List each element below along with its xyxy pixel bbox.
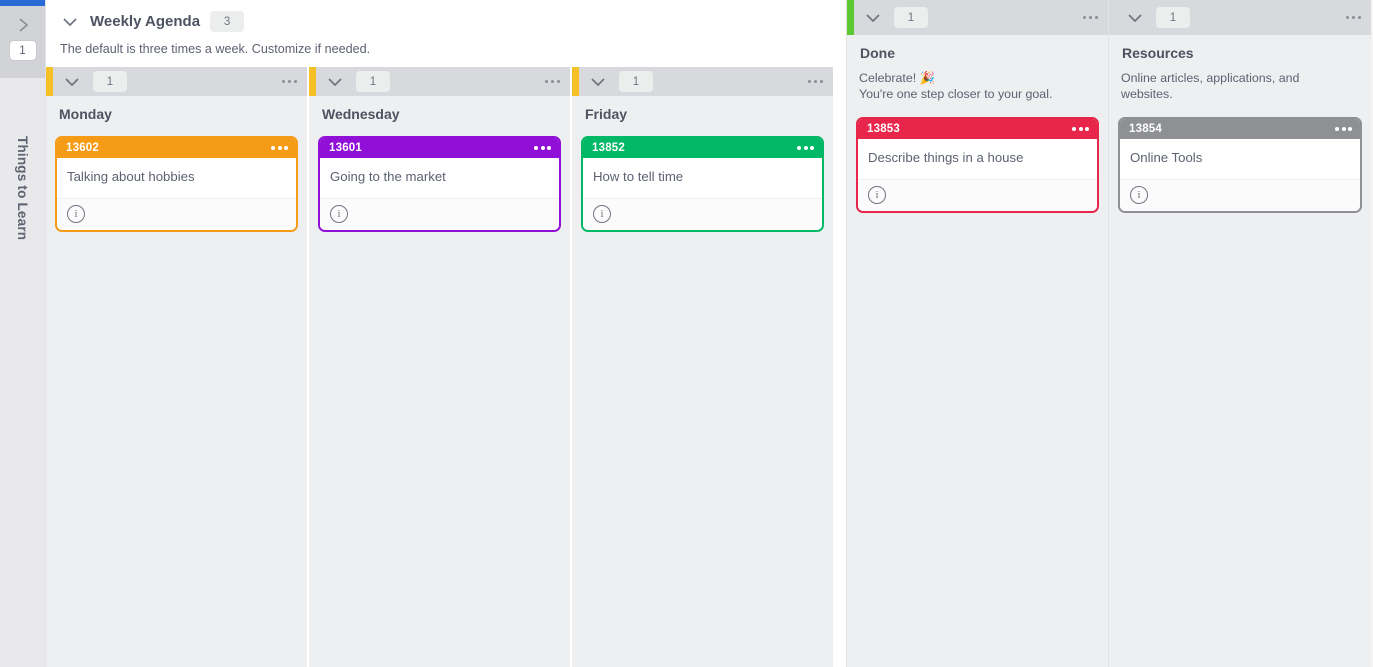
- column-count-badge: 1: [894, 7, 928, 28]
- column-title: Resources: [1122, 45, 1194, 61]
- column-monday: 1 Monday 13602 Talking about hobbies i: [46, 67, 308, 667]
- column-title: Monday: [59, 106, 112, 122]
- column-header-monday: 1: [46, 67, 307, 96]
- card-13853[interactable]: 13853 Describe things in a house i: [856, 116, 1099, 213]
- card-id: 13852: [592, 142, 625, 154]
- column-overflow-menu-icon[interactable]: [281, 79, 297, 84]
- board-title-text: Things to Learn: [15, 136, 30, 241]
- kanban-app: 1 Things to Learn Weekly Agenda 3 The de…: [0, 0, 1373, 667]
- column-accent-monday: [46, 67, 53, 96]
- column-header-done: 1: [847, 0, 1108, 35]
- card-13601[interactable]: 13601 Going to the market i: [318, 136, 561, 232]
- expand-board-chevron-right-icon[interactable]: [10, 12, 36, 38]
- card-footer: i: [57, 198, 296, 230]
- column-wednesday: 1 Wednesday 13601 Going to the market i: [309, 67, 571, 667]
- column-collapse-chevron-down-icon[interactable]: [62, 72, 82, 92]
- card-13852[interactable]: 13852 How to tell time i: [581, 136, 824, 232]
- column-collapse-chevron-down-icon[interactable]: [588, 72, 608, 92]
- column-accent-resources: [1109, 0, 1116, 35]
- card-id: 13602: [66, 142, 99, 154]
- column-count-badge: 1: [619, 71, 653, 92]
- card-id: 13601: [329, 142, 362, 154]
- swimlane-weekly-agenda: Weekly Agenda 3 The default is three tim…: [46, 0, 847, 667]
- rail-accent-bar: [0, 0, 45, 6]
- column-friday: 1 Friday 13852 How to tell time i: [572, 67, 834, 667]
- card-footer: i: [583, 198, 822, 230]
- card-header: 13854: [1120, 118, 1360, 139]
- card-info-icon[interactable]: i: [1130, 185, 1148, 204]
- rail-card-count-badge: 1: [9, 41, 36, 60]
- column-count-badge: 1: [356, 71, 390, 92]
- column-resources: 1 Resources Online articles, application…: [1109, 0, 1371, 667]
- card-overflow-menu-icon[interactable]: [797, 146, 814, 150]
- column-overflow-menu-icon[interactable]: [1345, 15, 1361, 20]
- swimlane-title-row: Weekly Agenda 3: [60, 11, 846, 32]
- swimlane-header: Weekly Agenda 3: [46, 0, 846, 32]
- card-title: Talking about hobbies: [57, 158, 296, 198]
- card-info-icon[interactable]: i: [330, 205, 348, 223]
- column-header-resources: 1: [1109, 0, 1371, 35]
- card-title: Describe things in a house: [858, 138, 1097, 179]
- column-title: Done: [860, 45, 895, 61]
- column-header-wednesday: 1: [309, 67, 570, 96]
- card-footer: i: [320, 198, 559, 230]
- column-header-friday: 1: [572, 67, 833, 96]
- column-count-badge: 1: [93, 71, 127, 92]
- card-overflow-menu-icon[interactable]: [1072, 126, 1089, 131]
- column-body-monday: Monday 13602 Talking about hobbies i: [46, 96, 307, 667]
- column-description: Online articles, applications, and websi…: [1121, 71, 1300, 102]
- card-13854[interactable]: 13854 Online Tools i: [1118, 116, 1362, 213]
- column-collapse-chevron-down-icon[interactable]: [325, 72, 345, 92]
- card-overflow-menu-icon[interactable]: [534, 146, 551, 150]
- column-accent-done: [847, 0, 854, 35]
- column-title: Friday: [585, 106, 628, 122]
- swimlane-columns: 1 Monday 13602 Talking about hobbies i 1…: [46, 67, 846, 667]
- card-info-icon[interactable]: i: [868, 185, 886, 204]
- column-count-badge: 1: [1156, 7, 1190, 28]
- card-info-icon[interactable]: i: [593, 205, 611, 223]
- column-overflow-menu-icon[interactable]: [807, 79, 823, 84]
- card-overflow-menu-icon[interactable]: [1335, 126, 1352, 131]
- column-accent-wednesday: [309, 67, 316, 96]
- card-header: 13602: [57, 138, 296, 158]
- column-body-done: Done Celebrate! 🎉 You're one step closer…: [847, 35, 1108, 667]
- card-header: 13852: [583, 138, 822, 158]
- rail-header: 1: [0, 0, 45, 78]
- card-id: 13854: [1129, 122, 1162, 135]
- swimlane-collapse-chevron-down-icon[interactable]: [60, 12, 80, 32]
- card-title: Going to the market: [320, 158, 559, 198]
- column-body-friday: Friday 13852 How to tell time i: [572, 96, 833, 667]
- board-title-vertical[interactable]: Things to Learn: [0, 78, 45, 667]
- card-header: 13601: [320, 138, 559, 158]
- swimlane-title: Weekly Agenda: [90, 13, 201, 30]
- card-info-icon[interactable]: i: [67, 205, 85, 223]
- column-description: Celebrate! 🎉 You're one step closer to y…: [859, 71, 1053, 102]
- column-overflow-menu-icon[interactable]: [544, 79, 560, 84]
- swimlane-count-badge: 3: [210, 11, 245, 32]
- card-overflow-menu-icon[interactable]: [271, 146, 288, 150]
- left-rail: 1 Things to Learn: [0, 0, 46, 667]
- card-footer: i: [858, 178, 1097, 211]
- column-accent-friday: [572, 67, 579, 96]
- card-title: Online Tools: [1120, 138, 1360, 179]
- column-body-resources: Resources Online articles, applications,…: [1109, 35, 1371, 667]
- column-collapse-chevron-down-icon[interactable]: [1125, 8, 1145, 28]
- column-body-wednesday: Wednesday 13601 Going to the market i: [309, 96, 570, 667]
- column-title: Wednesday: [322, 106, 400, 122]
- card-13602[interactable]: 13602 Talking about hobbies i: [55, 136, 298, 232]
- column-overflow-menu-icon[interactable]: [1082, 15, 1098, 20]
- card-footer: i: [1120, 178, 1360, 211]
- column-done: 1 Done Celebrate! 🎉 You're one step clos…: [847, 0, 1109, 667]
- card-title: How to tell time: [583, 158, 822, 198]
- card-header: 13853: [858, 118, 1097, 139]
- board-area: Weekly Agenda 3 The default is three tim…: [46, 0, 1373, 667]
- swimlane-description: The default is three times a week. Custo…: [60, 42, 371, 56]
- column-collapse-chevron-down-icon[interactable]: [863, 8, 883, 28]
- card-id: 13853: [867, 122, 900, 135]
